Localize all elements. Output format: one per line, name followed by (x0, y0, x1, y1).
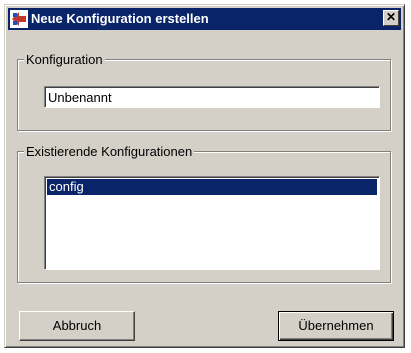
existing-configurations-group: Existierende Konfigurationen config (17, 144, 391, 283)
window-title: Neue Konfiguration erstellen (31, 11, 209, 26)
list-item[interactable]: config (47, 179, 377, 195)
close-button[interactable]: ✕ (383, 10, 399, 26)
configuration-group: Konfiguration (17, 52, 391, 131)
configuration-name-input[interactable] (44, 86, 380, 108)
configuration-group-label: Konfiguration (24, 52, 105, 67)
dialog-window: Neue Konfiguration erstellen ✕ Konfigura… (4, 4, 405, 348)
configurations-listbox[interactable]: config (44, 176, 380, 270)
app-icon (10, 10, 28, 28)
close-icon: ✕ (385, 10, 397, 24)
cancel-button[interactable]: Abbruch (19, 311, 135, 341)
existing-configurations-label: Existierende Konfigurationen (24, 144, 195, 159)
title-bar[interactable]: Neue Konfiguration erstellen ✕ (8, 8, 401, 30)
apply-button[interactable]: Übernehmen (278, 311, 394, 341)
